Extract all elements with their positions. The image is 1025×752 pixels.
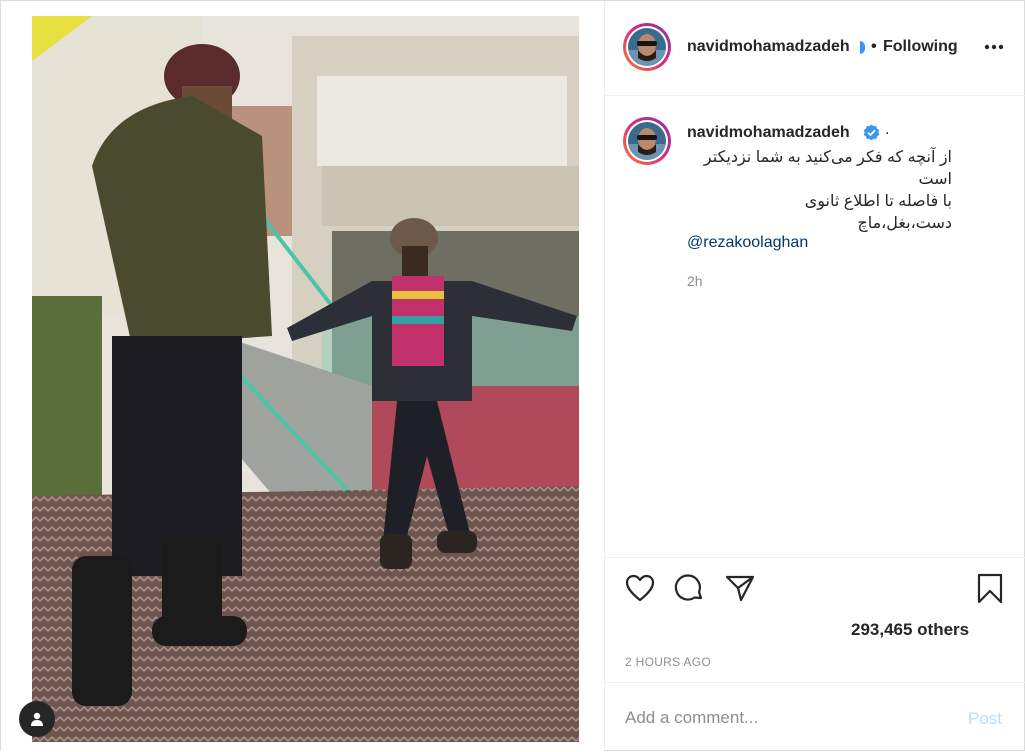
comment-icon[interactable] <box>674 572 706 604</box>
tagged-users-button[interactable] <box>19 701 55 737</box>
avatar[interactable] <box>623 23 671 71</box>
following-button[interactable]: Following <box>883 38 958 56</box>
caption-line: از آنچه که فکر می‌کنید به شما نزدیکتر <box>703 149 952 166</box>
user-icon <box>31 712 43 726</box>
share-icon[interactable] <box>724 572 756 604</box>
post-dialog: navidmohamadzadeh • Following navidmoham… <box>0 0 1025 752</box>
caption-timestamp[interactable]: 2h <box>687 273 703 289</box>
caption-trailing-text: . <box>885 121 890 138</box>
verified-badge-icon <box>860 41 865 54</box>
comment-input[interactable] <box>625 705 925 731</box>
post-actions: 293,465 others 2 HOURS AGO <box>605 557 1025 681</box>
post-caption: navidmohamadzadeh . از آنچه که فکر می‌کن… <box>605 97 1025 557</box>
post-timestamp[interactable]: 2 HOURS AGO <box>625 655 711 669</box>
verified-badge-icon <box>863 124 880 141</box>
caption-username[interactable]: navidmohamadzadeh <box>687 124 850 142</box>
more-horizontal-icon[interactable] <box>983 37 1005 57</box>
post-photo[interactable] <box>32 16 579 742</box>
post-header: navidmohamadzadeh • Following <box>605 1 1025 96</box>
photo-pane <box>1 1 604 752</box>
post-author-username[interactable]: navidmohamadzadeh <box>687 38 850 56</box>
caption-mention-link[interactable]: @rezakoolaghan <box>687 234 808 252</box>
likes-count[interactable]: 293,465 others <box>851 620 969 640</box>
separator-dot: • <box>871 38 877 55</box>
caption-line: با فاصله تا اطلاع ثانوی <box>804 193 952 210</box>
caption-line: دست،بغل،ماچ <box>857 215 952 232</box>
post-comment-button[interactable]: Post <box>968 709 1002 729</box>
bookmark-icon[interactable] <box>974 572 1006 604</box>
post-side-panel: navidmohamadzadeh • Following navidmoham… <box>604 1 1025 752</box>
heart-icon[interactable] <box>624 572 656 604</box>
caption-line: است <box>918 171 952 188</box>
caption-avatar[interactable] <box>623 117 671 165</box>
caption-text: از آنچه که فکر می‌کنید به شما نزدیکتر اس… <box>687 147 952 235</box>
add-comment-section: Post <box>605 682 1025 752</box>
